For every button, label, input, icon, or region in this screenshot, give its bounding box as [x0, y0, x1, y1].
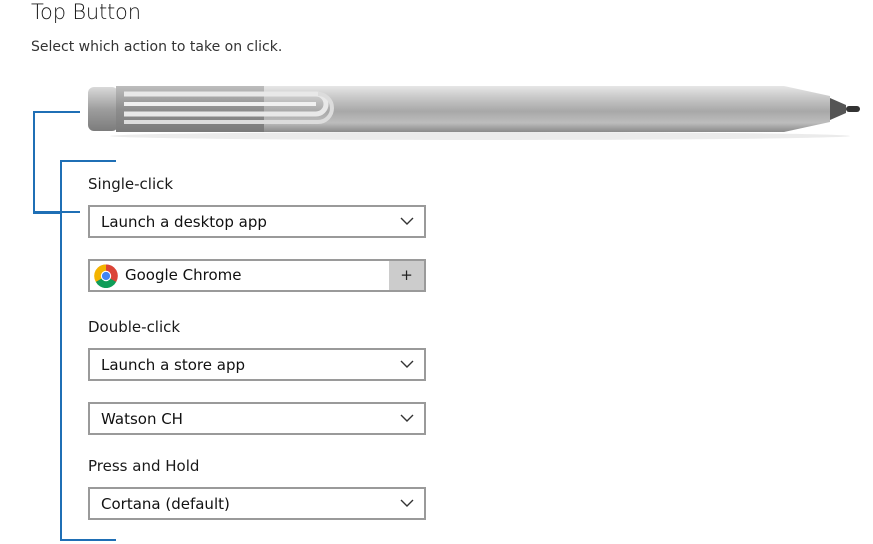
page-subtitle: Select which action to take on click. [31, 39, 283, 55]
chevron-down-icon [400, 360, 414, 368]
single-click-app-name: Google Chrome [125, 266, 242, 284]
double-click-label: Double-click [88, 318, 181, 336]
double-click-action-value: Launch a store app [101, 356, 245, 374]
single-click-action-select[interactable]: Launch a desktop app [88, 205, 426, 238]
chevron-down-icon [400, 499, 414, 507]
press-and-hold-label: Press and Hold [88, 457, 200, 475]
page-title: Top Button [31, 0, 141, 24]
bracket-connector [33, 212, 60, 214]
press-and-hold-action-value: Cortana (default) [101, 495, 230, 513]
double-click-app-value: Watson CH [101, 410, 183, 428]
surface-pen-illustration [88, 86, 860, 140]
double-click-app-select[interactable]: Watson CH [88, 402, 426, 435]
chevron-down-icon [400, 414, 414, 422]
single-click-label: Single-click [88, 175, 174, 193]
single-click-action-value: Launch a desktop app [101, 213, 267, 231]
press-and-hold-action-select[interactable]: Cortana (default) [88, 487, 426, 520]
add-app-button[interactable]: + [389, 261, 424, 290]
chevron-down-icon [400, 217, 414, 225]
single-click-app-field: Google Chrome + [88, 259, 426, 292]
double-click-action-select[interactable]: Launch a store app [88, 348, 426, 381]
chrome-icon [94, 264, 118, 288]
